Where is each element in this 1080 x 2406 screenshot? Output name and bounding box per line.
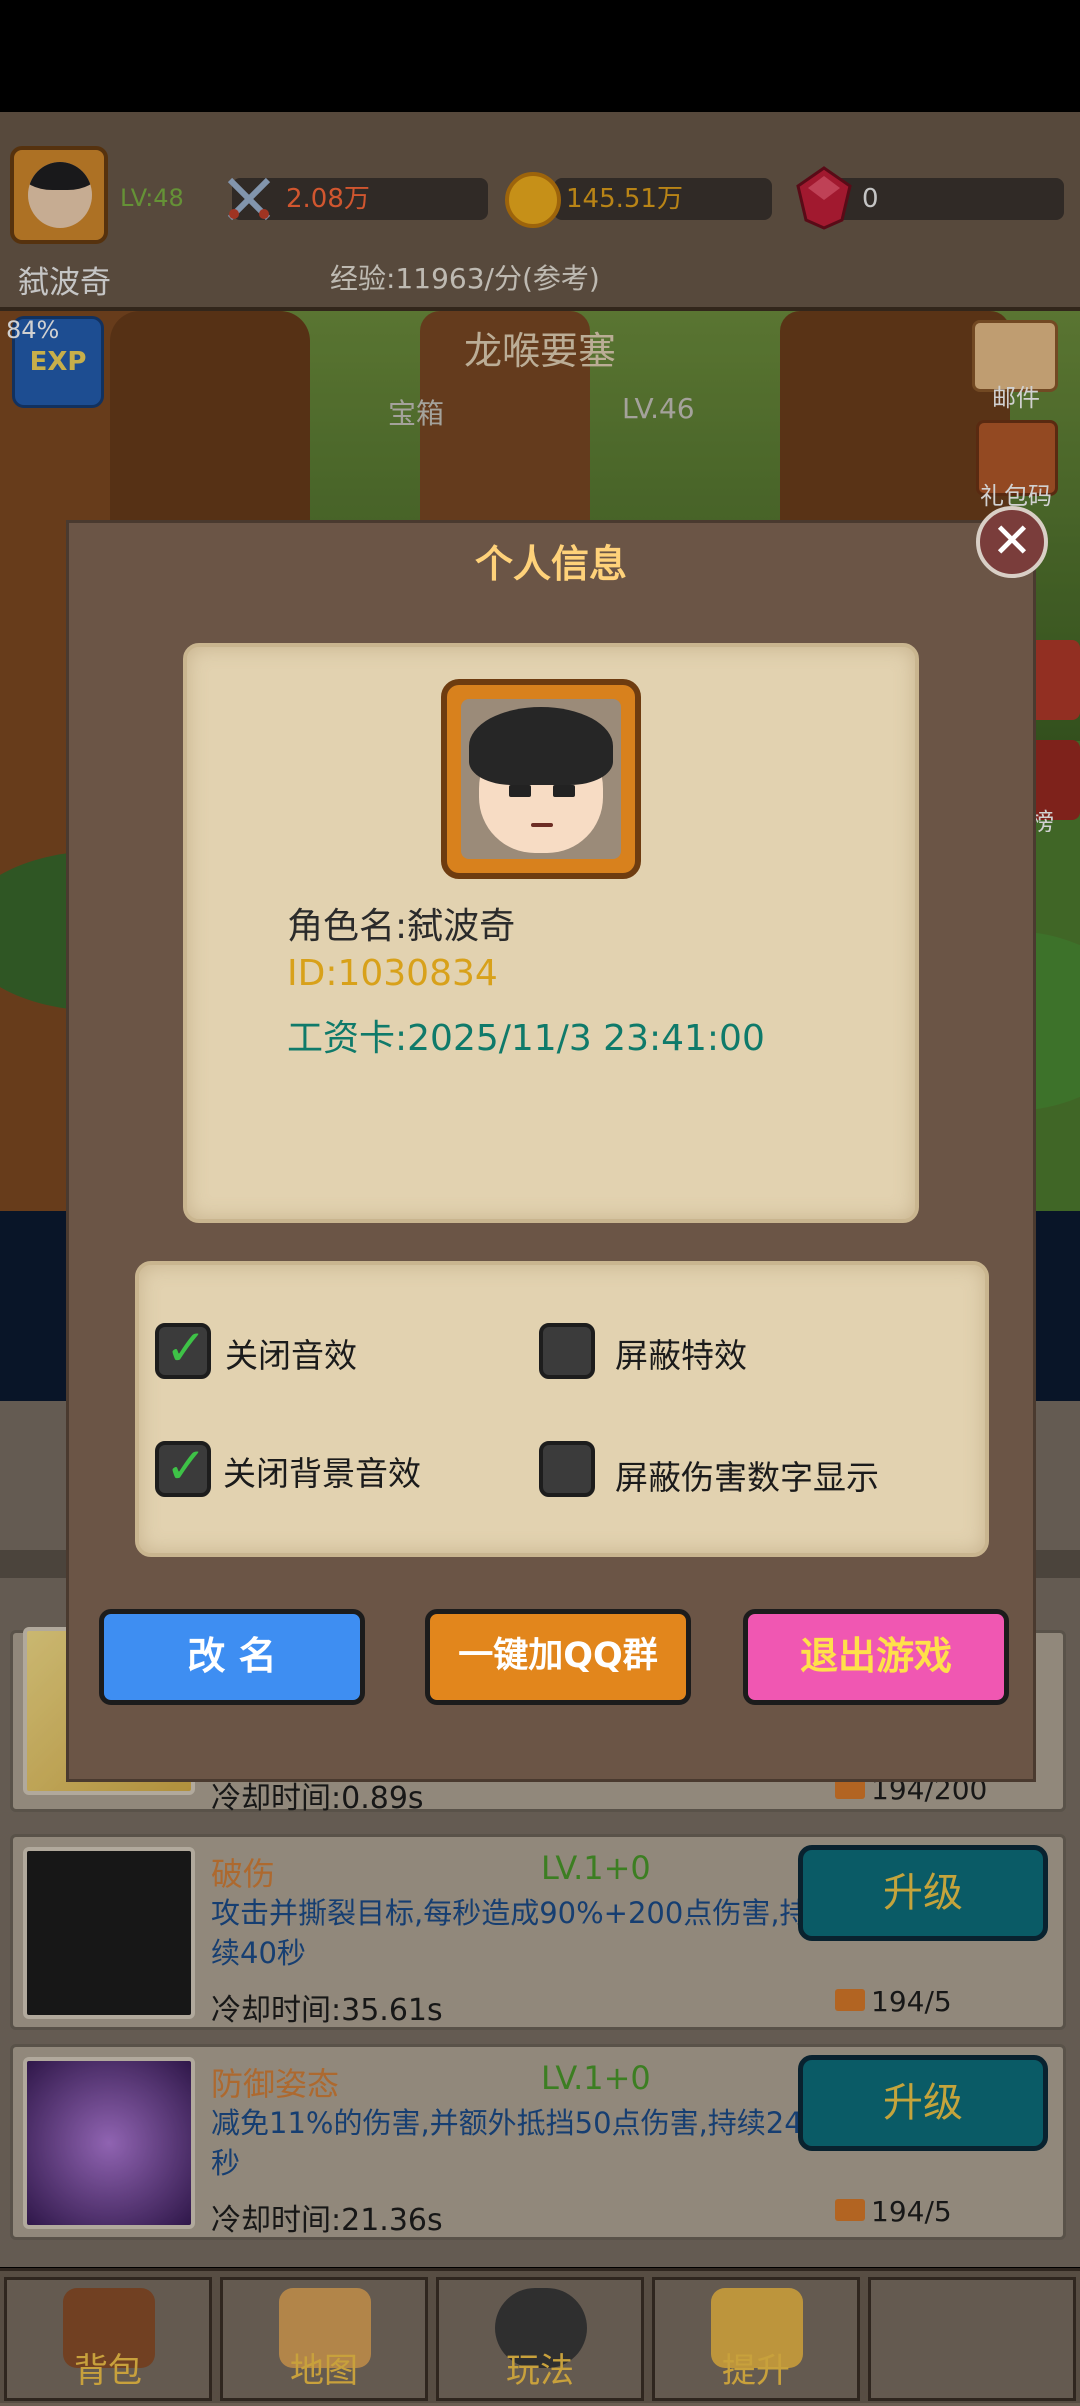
- close-icon[interactable]: ✕: [976, 506, 1048, 578]
- hide-damage-numbers-checkbox[interactable]: [539, 1441, 595, 1497]
- role-name: 角色名:弑波奇: [287, 906, 516, 947]
- profile-modal: 个人信息 角色名:弑波奇 ID:1030834 工资卡:2025/11/3 23…: [66, 520, 1036, 1782]
- pay-card-expiry: 工资卡:2025/11/3 23:41:00: [287, 1018, 765, 1059]
- mute-bgm-label: 关闭背景音效: [223, 1454, 421, 1493]
- exit-game-button[interactable]: 退出游戏: [743, 1609, 1009, 1705]
- mute-sfx-checkbox[interactable]: [155, 1319, 211, 1379]
- hide-effects-checkbox[interactable]: [539, 1323, 595, 1379]
- player-id: ID:1030834: [287, 953, 498, 994]
- modal-title: 个人信息: [474, 542, 627, 586]
- mute-sfx-label: 关闭音效: [225, 1336, 357, 1375]
- mute-bgm-checkbox[interactable]: [155, 1437, 211, 1497]
- player-portrait: [441, 679, 641, 879]
- join-qq-group-button[interactable]: 一键加QQ群: [425, 1609, 691, 1705]
- settings-panel: 关闭音效 屏蔽特效 关闭背景音效 屏蔽伤害数字显示: [135, 1261, 989, 1557]
- hide-damage-numbers-label: 屏蔽伤害数字显示: [615, 1458, 879, 1497]
- rename-button[interactable]: 改 名: [99, 1609, 365, 1705]
- info-panel: 角色名:弑波奇 ID:1030834 工资卡:2025/11/3 23:41:0…: [183, 643, 919, 1223]
- hide-effects-label: 屏蔽特效: [615, 1336, 747, 1375]
